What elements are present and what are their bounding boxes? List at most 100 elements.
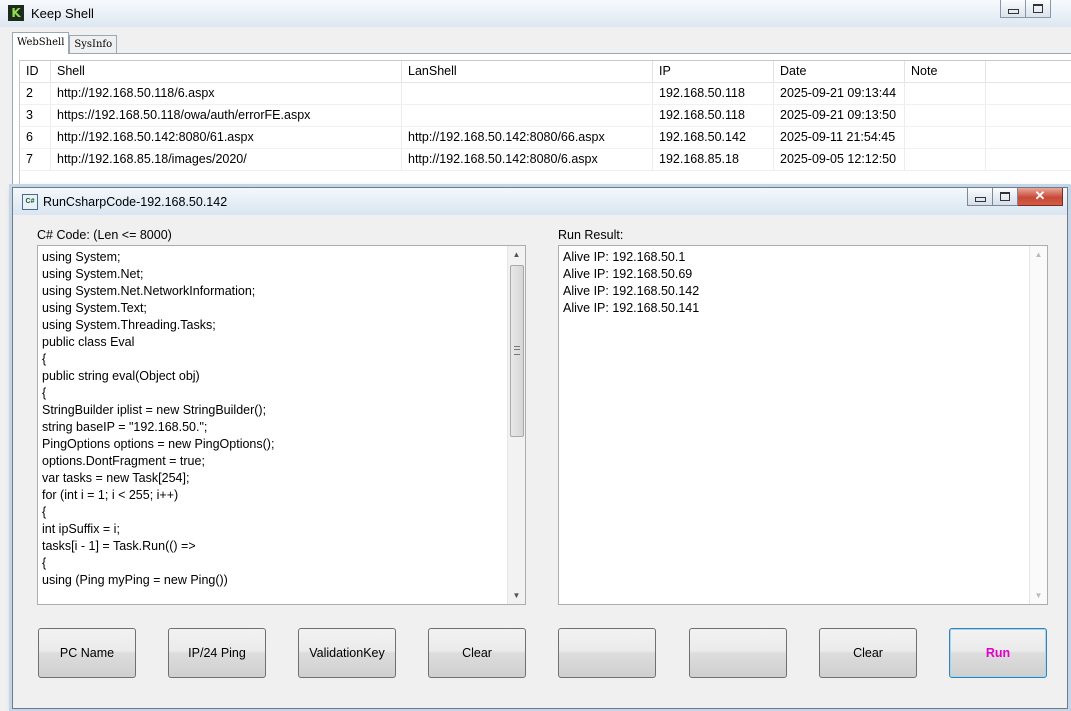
code-line: using System; [42,250,121,264]
dialog-window-controls: ✕ [967,188,1063,206]
cell-note [905,83,986,104]
blank-button-2[interactable] [689,628,787,678]
maximize-icon [1033,4,1043,13]
scroll-thumb[interactable] [510,265,524,437]
column-header-date[interactable]: Date [774,61,905,82]
cell-lanshell: http://192.168.50.142:8080/66.aspx [402,127,653,148]
dialog-close-button[interactable]: ✕ [1018,188,1063,206]
tab-strip: WebShell SysInfo [12,32,118,54]
cell-lanshell [402,105,653,126]
tab-webshell[interactable]: WebShell [12,32,70,54]
scroll-down-arrow-icon[interactable]: ▼ [508,587,525,604]
column-header-filler [986,61,1071,82]
dialog-minimize-button[interactable] [967,188,993,206]
column-header-shell[interactable]: Shell [51,61,402,82]
minimize-button[interactable] [1000,0,1026,18]
cell-note [905,127,986,148]
code-line: { [42,505,47,519]
column-header-lanshell[interactable]: LanShell [402,61,653,82]
run-csharp-dialog: C# RunCsharpCode-192.168.50.142 ✕ C# Cod… [12,187,1068,709]
validation-key-button[interactable]: ValidationKey [298,628,396,678]
cell-ip: 192.168.50.118 [653,105,774,126]
cell-filler [986,105,1071,126]
cell-lanshell: http://192.168.50.142:8080/6.aspx [402,149,653,170]
code-line: { [42,386,47,400]
column-header-id[interactable]: ID [20,61,51,82]
code-line: PingOptions options = new PingOptions(); [42,437,275,451]
result-lines: Alive IP: 192.168.50.1 Alive IP: 192.168.… [563,249,1029,317]
cell-shell: http://192.168.50.142:8080/61.aspx [51,127,402,148]
table-row[interactable]: 3 https://192.168.50.118/owa/auth/errorF… [20,105,1071,127]
result-label: Run Result: [558,228,624,242]
cell-note [905,105,986,126]
table-row[interactable]: 6 http://192.168.50.142:8080/61.aspx htt… [20,127,1071,149]
result-line: Alive IP: 192.168.50.1 [563,250,686,264]
code-line: public class Eval [42,335,135,349]
code-line: StringBuilder iplist = new StringBuilder… [42,403,267,417]
result-line: Alive IP: 192.168.50.142 [563,284,700,298]
clear-code-button[interactable]: Clear [428,628,526,678]
pc-name-button[interactable]: PC Name [38,628,136,678]
code-lines: using System; using System.Net; using Syst… [42,249,507,589]
result-output[interactable]: Alive IP: 192.168.50.1 Alive IP: 192.168.… [558,245,1048,605]
scroll-up-arrow-icon[interactable]: ▲ [508,246,525,263]
result-line: Alive IP: 192.168.50.141 [563,301,700,315]
cell-id: 3 [20,105,51,126]
cell-date: 2025-09-21 09:13:44 [774,83,905,104]
app-logo-icon: K [8,5,24,21]
code-line: string baseIP = "192.168.50."; [42,420,208,434]
main-titlebar[interactable]: K Keep Shell [0,0,1071,27]
cell-shell: http://192.168.50.118/6.aspx [51,83,402,104]
run-button[interactable]: Run [949,628,1047,678]
column-header-ip[interactable]: IP [653,61,774,82]
minimize-icon [1008,9,1019,14]
csharp-file-icon: C# [22,194,38,210]
tab-sysinfo[interactable]: SysInfo [69,35,118,54]
table-row[interactable]: 7 http://192.168.85.18/images/2020/ http… [20,149,1071,171]
dialog-titlebar[interactable]: C# RunCsharpCode-192.168.50.142 ✕ [13,188,1067,215]
close-icon: ✕ [1034,188,1046,203]
dialog-title: RunCsharpCode-192.168.50.142 [43,195,228,209]
code-scrollbar[interactable]: ▲ ▼ [507,246,525,604]
code-line: var tasks = new Task[254]; [42,471,190,485]
cell-id: 7 [20,149,51,170]
window-controls [1000,0,1051,18]
cell-filler [986,83,1071,104]
code-line: using System.Net.NetworkInformation; [42,284,256,298]
column-header-note[interactable]: Note [905,61,986,82]
cell-id: 6 [20,127,51,148]
code-line: for (int i = 1; i < 255; i++) [42,488,179,502]
cell-shell: http://192.168.85.18/images/2020/ [51,149,402,170]
clear-result-button[interactable]: Clear [819,628,917,678]
cell-id: 2 [20,83,51,104]
scroll-down-arrow-icon[interactable]: ▼ [1030,587,1047,604]
cell-date: 2025-09-21 09:13:50 [774,105,905,126]
code-line: { [42,352,47,366]
result-scrollbar[interactable]: ▲ ▼ [1029,246,1047,604]
code-line: options.DontFragment = true; [42,454,205,468]
ip24-ping-button[interactable]: IP/24 Ping [168,628,266,678]
code-editor[interactable]: using System; using System.Net; using Syst… [37,245,526,605]
cell-ip: 192.168.50.142 [653,127,774,148]
code-line: using (Ping myPing = new Ping()) [42,573,228,587]
scroll-up-arrow-icon[interactable]: ▲ [1030,246,1047,263]
code-line: public string eval(Object obj) [42,369,200,383]
cell-filler [986,149,1071,170]
result-line: Alive IP: 192.168.50.69 [563,267,693,281]
code-line: tasks[i - 1] = Task.Run(() => [42,539,196,553]
code-line: using System.Threading.Tasks; [42,318,216,332]
cell-ip: 192.168.50.118 [653,83,774,104]
cell-date: 2025-09-11 21:54:45 [774,127,905,148]
window-title: Keep Shell [31,6,94,21]
maximize-button[interactable] [1026,0,1051,18]
cell-shell: https://192.168.50.118/owa/auth/errorFE.… [51,105,402,126]
blank-button-1[interactable] [558,628,656,678]
code-line: using System.Net; [42,267,144,281]
code-line: int ipSuffix = i; [42,522,120,536]
code-line: { [42,556,47,570]
dialog-maximize-button[interactable] [993,188,1018,206]
table-row[interactable]: 2 http://192.168.50.118/6.aspx 192.168.5… [20,83,1071,105]
cell-note [905,149,986,170]
grip-icon [514,346,520,355]
code-label: C# Code: (Len <= 8000) [37,228,172,242]
